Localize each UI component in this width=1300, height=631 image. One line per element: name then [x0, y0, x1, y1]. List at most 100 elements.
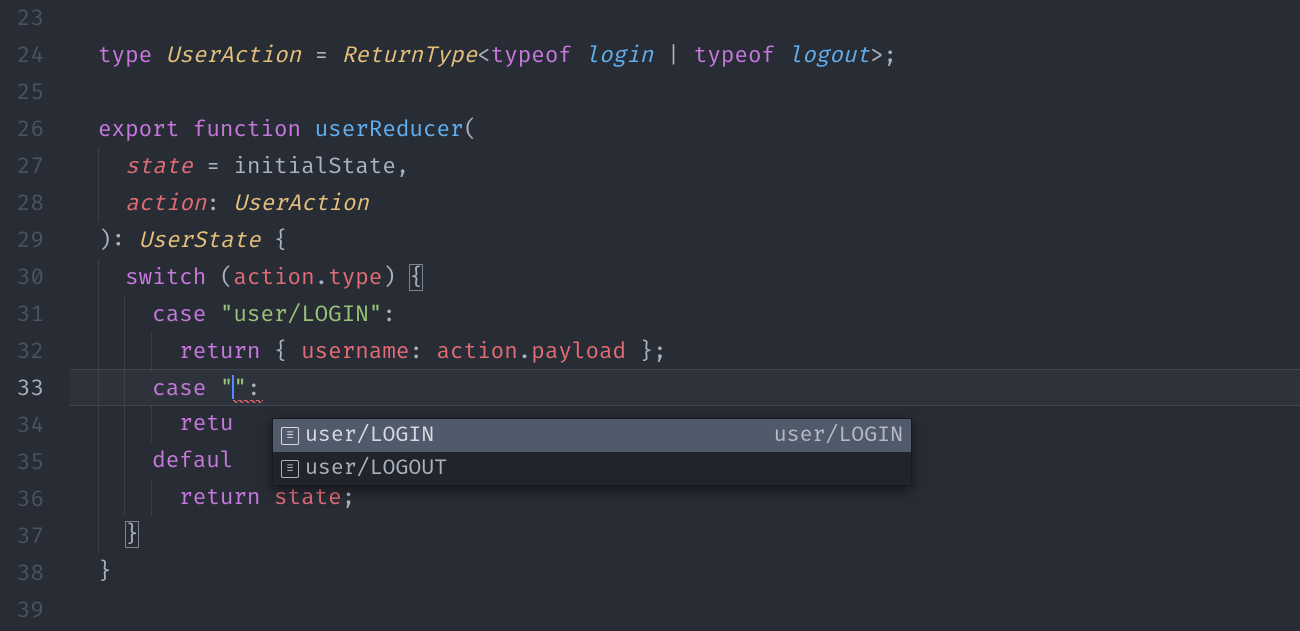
code-token [260, 338, 274, 365]
code-line[interactable]: case "user/LOGIN": [70, 296, 1300, 333]
code-token: ) [98, 227, 112, 254]
code-token [260, 484, 274, 511]
line-number: 37 [0, 518, 44, 555]
line-number: 32 [0, 333, 44, 370]
code-line[interactable]: return { username: action.payload }; [70, 333, 1300, 370]
code-token [220, 153, 234, 180]
code-token: : [247, 375, 261, 402]
code-editor[interactable]: 2324252627282930313233343536373839 type … [0, 0, 1300, 631]
indent-guide [98, 405, 99, 442]
code-token [125, 227, 139, 254]
code-token: " [233, 375, 247, 402]
line-number: 25 [0, 74, 44, 111]
code-token [206, 375, 220, 402]
indent-guide [98, 296, 99, 333]
line-number: 23 [0, 0, 44, 37]
code-token: action [437, 338, 518, 365]
code-token: state [125, 153, 193, 180]
code-token: username [301, 338, 409, 365]
code-token [98, 190, 125, 217]
code-token: . [315, 264, 329, 291]
code-token: type [98, 42, 152, 69]
code-line[interactable]: } [70, 516, 1300, 553]
indent-guide [98, 442, 99, 479]
code-token: logout [789, 42, 870, 69]
code-token: action [233, 264, 314, 291]
line-number: 29 [0, 222, 44, 259]
line-number: 24 [0, 37, 44, 74]
code-token: ( [464, 116, 478, 143]
code-token: = [315, 42, 329, 69]
code-line[interactable]: case "": [70, 369, 1300, 406]
code-line[interactable]: type UserAction = ReturnType<typeof logi… [70, 37, 1300, 74]
code-line[interactable]: } [70, 553, 1300, 590]
indent-guide [151, 333, 152, 370]
code-token [98, 410, 179, 437]
indent-guide [124, 296, 125, 333]
enum-member-icon: ≡ [281, 460, 299, 478]
code-token [328, 42, 342, 69]
code-area[interactable]: type UserAction = ReturnType< typeof logi… [70, 0, 1300, 631]
code-token: case [152, 375, 206, 402]
code-token: : [409, 338, 423, 365]
code-token: } [125, 521, 139, 548]
autocomplete-item-label: user/LOGOUT [305, 450, 903, 487]
code-token [98, 338, 179, 365]
code-line[interactable]: action: UserAction [70, 185, 1300, 222]
line-number: 27 [0, 148, 44, 185]
code-token [653, 42, 667, 69]
code-token: defaul [152, 447, 233, 474]
code-line[interactable]: export function userReducer( [70, 111, 1300, 148]
code-token: state [274, 484, 342, 511]
code-line[interactable]: state = initialState, [70, 148, 1300, 185]
code-token [572, 42, 586, 69]
code-token [423, 338, 437, 365]
indent-guide [151, 479, 152, 516]
code-token: < [477, 42, 491, 69]
line-number: 31 [0, 296, 44, 333]
line-number: 33 [0, 370, 44, 407]
code-token: | [667, 42, 681, 69]
code-token: { [409, 264, 423, 291]
code-token [98, 484, 179, 511]
autocomplete-item[interactable]: ≡user/LOGINuser/LOGIN [273, 419, 911, 452]
code-token: { [274, 227, 288, 254]
code-token: typeof [694, 42, 775, 69]
code-token [152, 42, 166, 69]
code-line[interactable]: switch (action.type) { [70, 259, 1300, 296]
code-token: ReturnType [342, 42, 477, 69]
code-token: ( [220, 264, 234, 291]
code-token: , [396, 153, 410, 180]
code-token: = [206, 153, 220, 180]
autocomplete-popup[interactable]: ≡user/LOGINuser/LOGIN≡user/LOGOUT [272, 418, 912, 486]
code-token [98, 521, 125, 548]
code-line[interactable] [70, 74, 1300, 111]
code-token: export [98, 116, 179, 143]
line-number: 36 [0, 481, 44, 518]
enum-member-icon: ≡ [281, 427, 299, 445]
indent-guide [124, 405, 125, 442]
code-token [680, 42, 694, 69]
code-token [206, 264, 220, 291]
code-token: login [585, 42, 653, 69]
code-token: { [274, 338, 288, 365]
code-token: userReducer [315, 116, 464, 143]
code-token: " [220, 375, 234, 402]
autocomplete-item[interactable]: ≡ user/LOGOUT [273, 452, 911, 485]
code-token: case [152, 301, 206, 328]
code-token: }; [640, 338, 667, 365]
code-token: UserAction [233, 190, 368, 217]
code-token: ) [382, 264, 396, 291]
code-line[interactable] [70, 0, 1300, 37]
code-token [288, 338, 302, 365]
indent-guide [151, 405, 152, 442]
code-token [179, 116, 193, 143]
indent-guide [124, 442, 125, 479]
indent-guide [98, 479, 99, 516]
indent-guide [124, 333, 125, 370]
indent-guide [124, 370, 125, 405]
code-token [301, 42, 315, 69]
code-line[interactable]: ): UserState { [70, 222, 1300, 259]
code-token: type [328, 264, 382, 291]
code-line[interactable] [70, 590, 1300, 627]
